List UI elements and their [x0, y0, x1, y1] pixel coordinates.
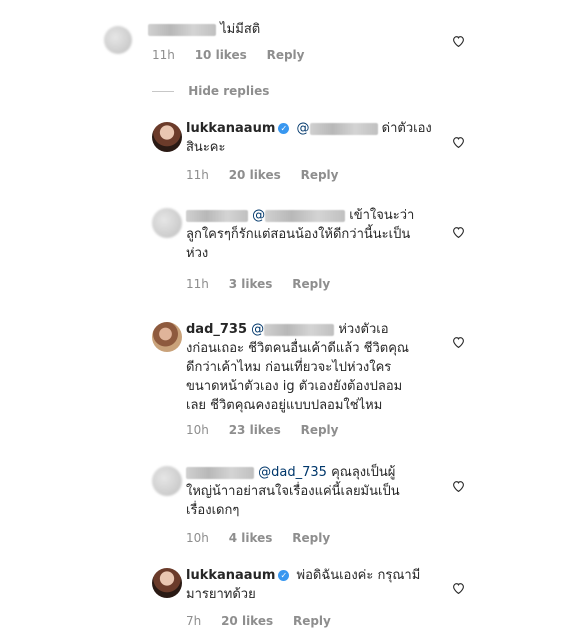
comment-text-line3: เรื่องเดกๆ — [186, 503, 240, 518]
hide-replies-label: Hide replies — [188, 84, 270, 98]
comment-meta: 11h 10 likes Reply — [152, 48, 320, 62]
comment-meta: 11h 3 likes Reply — [186, 277, 346, 291]
comment-meta: 10h 23 likes Reply — [186, 423, 354, 437]
avatar[interactable] — [152, 208, 182, 238]
comment-text-line3: ดีกว่าเค้าไหม ก่อนเที่ยวจะไปห่วงใคร — [186, 360, 392, 375]
reply-button[interactable]: Reply — [267, 48, 305, 62]
like-count[interactable]: 4 likes — [229, 531, 273, 545]
reply-button[interactable]: Reply — [301, 168, 339, 182]
timestamp[interactable]: 7h — [186, 614, 201, 628]
redacted-username — [186, 466, 254, 479]
reply-button[interactable]: Reply — [292, 277, 330, 291]
avatar[interactable] — [152, 122, 182, 152]
username[interactable]: dad_735 — [186, 322, 247, 337]
comment-body: lukkanaaum ✓ พ่อดิฉันเองค่ะ กรุณามี มารยา… — [186, 566, 446, 604]
redacted-mention — [265, 209, 346, 222]
verified-badge-icon: ✓ — [278, 123, 290, 134]
redacted-mention — [309, 122, 378, 135]
timestamp[interactable]: 10h — [186, 423, 209, 437]
comment-text: ไม่มีสติ — [220, 22, 261, 37]
heart-icon[interactable] — [452, 480, 465, 492]
comment-text-line1: พ่อดิฉันเองค่ะ กรุณามี — [296, 568, 421, 583]
hide-replies-toggle[interactable]: Hide replies — [152, 84, 269, 98]
avatar[interactable] — [152, 568, 182, 598]
like-count[interactable]: 20 likes — [229, 168, 281, 182]
mention[interactable]: @ — [297, 121, 310, 136]
comment-body: lukkanaaum ✓ @ ด่าตัวเอง สินะคะ — [186, 119, 436, 157]
avatar[interactable] — [152, 466, 182, 496]
comment-body: @ เข้าใจนะว่า ลูกใครๆก็รักแต่สอนน้องให้ด… — [186, 206, 446, 263]
timestamp[interactable]: 11h — [186, 168, 209, 182]
mention[interactable]: @ — [251, 322, 264, 337]
heart-icon[interactable] — [452, 582, 465, 594]
comment-text-line1: ด่าตัวเอง — [381, 121, 432, 136]
comment-text-line1: เข้าใจนะว่า — [349, 208, 415, 223]
reply-button[interactable]: Reply — [292, 531, 330, 545]
reply-button[interactable]: Reply — [293, 614, 331, 628]
comment-text-line2: สินะคะ — [186, 140, 226, 155]
comment-text-line4: ขนาดหน้าตัวเอง ig ตัวเองยังต้องปลอม — [186, 379, 403, 394]
comment-text-line5: เลย ชีวิตคุณคงอยู่แบบปลอมใช่ไหม — [186, 398, 383, 413]
comment-text-line3: ห่วง — [186, 246, 209, 261]
avatar[interactable] — [104, 26, 132, 54]
comment-body: @dad_735 คุณลุงเป็นผู้ ใหญ่น้าาอย่าสนใจเ… — [186, 463, 446, 520]
avatar[interactable] — [152, 322, 182, 352]
comment-meta: 10h 4 likes Reply — [186, 531, 346, 545]
mention[interactable]: @ — [252, 208, 265, 223]
divider-line — [152, 91, 174, 92]
like-count[interactable]: 23 likes — [229, 423, 281, 437]
redacted-username — [148, 23, 216, 36]
heart-icon[interactable] — [452, 35, 465, 47]
heart-icon[interactable] — [452, 226, 465, 238]
comment-text-line2: งก่อนเถอะ ชีวิตคนอื่นเค้าดีแล้ว ชีวิตคุณ — [186, 341, 409, 356]
comment-text-line2: ใหญ่น้าาอย่าสนใจเรื่องแค่นี้เลยมันเป็น — [186, 484, 400, 499]
comment-body: ไม่มีสติ — [148, 20, 260, 39]
comment-body: dad_735 @ ห่วงตัวเอ งก่อนเถอะ ชีวิตคนอื่… — [186, 320, 446, 415]
comment-text-line2: ลูกใครๆก็รักแต่สอนน้องให้ดีกว่านี้นะเป็น — [186, 227, 411, 242]
comment-text-line1: ห่วงตัวเอ — [338, 322, 389, 337]
comment-meta: 7h 20 likes Reply — [186, 614, 347, 628]
redacted-mention — [264, 323, 335, 336]
timestamp[interactable]: 11h — [152, 48, 175, 62]
timestamp[interactable]: 10h — [186, 531, 209, 545]
mention[interactable]: @dad_735 — [258, 465, 327, 480]
like-count[interactable]: 3 likes — [229, 277, 273, 291]
comment-text-line2: มารยาทด้วย — [186, 587, 256, 602]
timestamp[interactable]: 11h — [186, 277, 209, 291]
heart-icon[interactable] — [452, 136, 465, 148]
verified-badge-icon: ✓ — [278, 570, 290, 581]
like-count[interactable]: 10 likes — [195, 48, 247, 62]
redacted-username — [186, 209, 248, 222]
username[interactable]: lukkanaaum — [186, 568, 275, 583]
heart-icon[interactable] — [452, 336, 465, 348]
comment-text-line1: คุณลุงเป็นผู้ — [331, 465, 396, 480]
username[interactable]: lukkanaaum — [186, 121, 275, 136]
reply-button[interactable]: Reply — [301, 423, 339, 437]
like-count[interactable]: 20 likes — [221, 614, 273, 628]
comment-meta: 11h 20 likes Reply — [186, 168, 354, 182]
